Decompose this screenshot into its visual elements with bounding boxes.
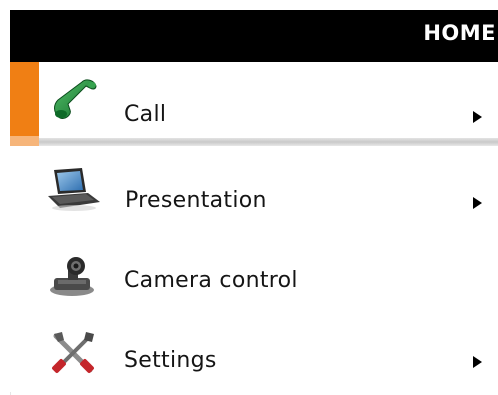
chevron-right-icon bbox=[473, 111, 482, 123]
menu-item-label: Camera control bbox=[124, 268, 298, 293]
selection-indicator-shade bbox=[10, 136, 39, 146]
chevron-right-icon bbox=[473, 356, 482, 368]
selection-indicator bbox=[10, 62, 39, 136]
menu-item-label: Presentation bbox=[125, 188, 267, 213]
menu-item-call[interactable]: Call bbox=[10, 62, 498, 146]
header-title: HOME bbox=[423, 21, 496, 45]
tools-icon bbox=[50, 330, 96, 376]
phone-icon bbox=[46, 76, 98, 122]
menu-item-label: Call bbox=[124, 102, 167, 127]
menu-divider bbox=[39, 138, 498, 146]
menu-item-presentation[interactable]: Presentation bbox=[10, 146, 498, 228]
laptop-icon bbox=[44, 166, 102, 212]
menu-item-camera-control[interactable]: Camera control bbox=[10, 228, 498, 310]
menu-item-settings[interactable]: Settings bbox=[10, 310, 498, 392]
camera-icon bbox=[46, 254, 102, 300]
top-header: HOME bbox=[10, 10, 498, 62]
chevron-right-icon bbox=[473, 197, 482, 209]
menu-item-label: Settings bbox=[124, 348, 217, 373]
